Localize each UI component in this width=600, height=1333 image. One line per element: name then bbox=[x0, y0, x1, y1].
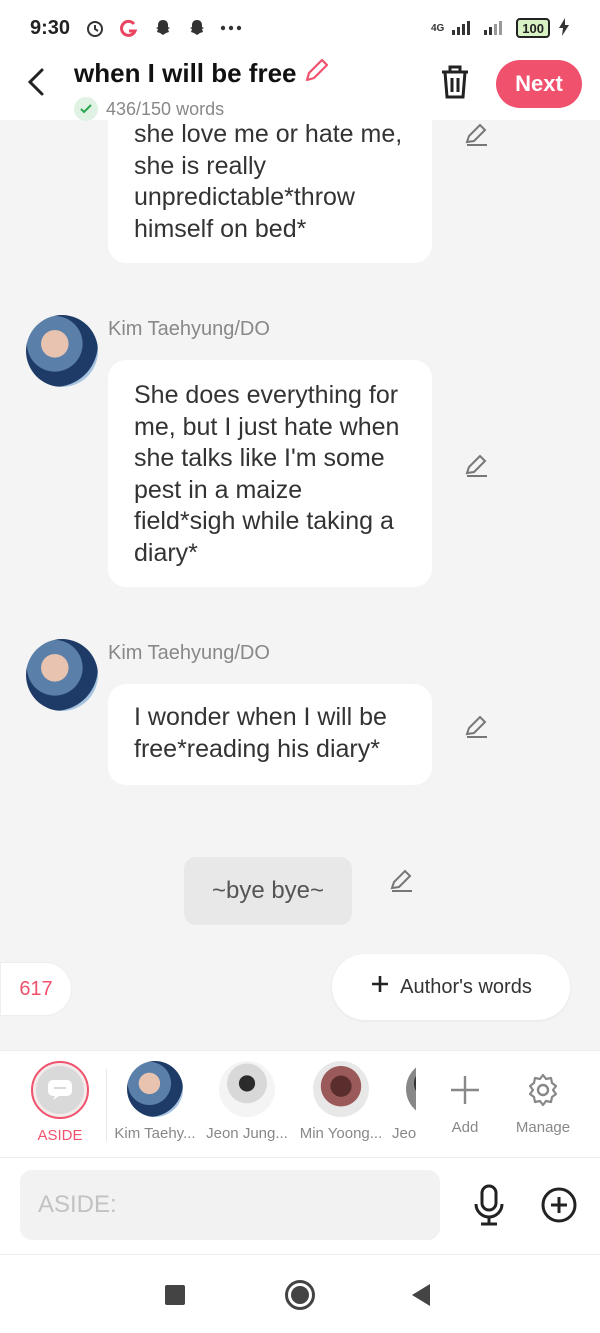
avatar bbox=[313, 1061, 369, 1117]
network-type: 4G bbox=[430, 22, 445, 34]
message-bubble[interactable]: She does everything for me, but I just h… bbox=[108, 360, 432, 587]
character-label: ASIDE bbox=[37, 1127, 83, 1144]
story-title-row[interactable]: when I will be free bbox=[74, 56, 331, 91]
manage-label: Manage bbox=[515, 1119, 571, 1136]
speaker-name: Kim Taehyung/DO bbox=[108, 318, 270, 340]
system-nav-bar bbox=[0, 1254, 600, 1333]
message-text: she love me or hate me, she is really un… bbox=[134, 120, 403, 243]
edit-icon[interactable] bbox=[463, 712, 491, 740]
status-system-icons: 4G 100 bbox=[430, 17, 570, 39]
character-item[interactable]: Jeon Jung... bbox=[204, 1061, 290, 1142]
gear-icon bbox=[508, 1061, 578, 1119]
avatar bbox=[127, 1061, 183, 1117]
trash-icon[interactable] bbox=[436, 62, 474, 102]
plus-icon bbox=[370, 974, 390, 1000]
aside-bubble[interactable]: ~bye bye~ bbox=[184, 857, 352, 925]
plus-icon bbox=[434, 1061, 496, 1119]
avatar bbox=[219, 1061, 275, 1117]
character-bar: ASIDE Kim Taehy... Jeon Jung... Min Yoon… bbox=[0, 1050, 600, 1158]
manage-characters-button[interactable]: Manage bbox=[508, 1061, 578, 1136]
edit-title-icon[interactable] bbox=[303, 56, 331, 91]
character-label: Kim Taehy... bbox=[114, 1125, 196, 1142]
aside-text: ~bye bye~ bbox=[211, 877, 325, 904]
character-item[interactable]: Jeo bbox=[392, 1061, 416, 1142]
add-character-button[interactable]: Add bbox=[434, 1061, 496, 1136]
character-item[interactable]: Kim Taehy... bbox=[112, 1061, 198, 1142]
charging-icon bbox=[558, 17, 570, 39]
authors-words-button[interactable]: Author's words bbox=[332, 954, 570, 1020]
edit-icon[interactable] bbox=[388, 866, 416, 894]
microphone-icon[interactable] bbox=[470, 1184, 508, 1226]
message-bubble[interactable]: I wonder when I will be free*reading his… bbox=[108, 684, 432, 785]
home-button[interactable] bbox=[285, 1280, 315, 1310]
speaker-name: Kim Taehyung/DO bbox=[108, 642, 270, 664]
battery-indicator: 100 bbox=[516, 18, 550, 38]
status-bar: 9:30 4G 100 bbox=[0, 0, 600, 56]
avatar[interactable] bbox=[26, 639, 98, 711]
divider bbox=[106, 1069, 107, 1141]
character-count-badge[interactable]: 617 bbox=[0, 962, 72, 1016]
avatar[interactable] bbox=[26, 315, 98, 387]
character-aside[interactable]: ASIDE bbox=[28, 1061, 92, 1144]
snapchat-icon bbox=[152, 17, 174, 39]
story-title: when I will be free bbox=[74, 58, 297, 88]
word-count: 436/150 words bbox=[106, 98, 225, 119]
chat-area[interactable]: she love me or hate me, she is really un… bbox=[0, 120, 600, 1050]
signal-icon bbox=[484, 19, 508, 38]
character-label: Min Yoong... bbox=[299, 1125, 383, 1142]
check-icon bbox=[74, 97, 98, 121]
message-bubble[interactable]: she love me or hate me, she is really un… bbox=[108, 120, 432, 263]
signal-icon bbox=[452, 19, 476, 38]
word-count-row: 436/150 words bbox=[74, 97, 331, 121]
alarm-icon bbox=[84, 17, 106, 39]
next-button[interactable]: Next bbox=[496, 60, 582, 108]
edit-icon[interactable] bbox=[463, 451, 491, 479]
back-button[interactable] bbox=[22, 66, 52, 98]
avatar bbox=[406, 1061, 416, 1117]
snapchat-icon bbox=[186, 17, 208, 39]
status-time: 9:30 bbox=[30, 16, 71, 39]
back-nav-button[interactable] bbox=[412, 1284, 430, 1306]
message-text: I wonder when I will be free*reading his… bbox=[134, 703, 387, 763]
character-item[interactable]: Min Yoong... bbox=[296, 1061, 386, 1142]
composer-row bbox=[0, 1158, 600, 1254]
message-input[interactable] bbox=[20, 1170, 440, 1240]
more-dots-icon bbox=[220, 17, 242, 39]
aside-avatar bbox=[31, 1061, 89, 1119]
edit-icon[interactable] bbox=[463, 120, 491, 148]
app-g-icon bbox=[118, 17, 140, 39]
editor-header: when I will be free 436/150 words Next bbox=[0, 56, 600, 121]
character-label: Jeo bbox=[392, 1125, 416, 1142]
status-notification-icons bbox=[84, 17, 242, 39]
title-block: when I will be free 436/150 words bbox=[74, 56, 331, 121]
message-text: She does everything for me, but I just h… bbox=[134, 381, 400, 567]
add-label: Add bbox=[451, 1119, 479, 1136]
add-attachment-icon[interactable] bbox=[540, 1186, 578, 1224]
character-label: Jeon Jung... bbox=[206, 1125, 288, 1142]
recent-apps-button[interactable] bbox=[165, 1285, 185, 1305]
chat-bubble-icon bbox=[48, 1080, 72, 1100]
authors-words-label: Author's words bbox=[400, 975, 532, 998]
